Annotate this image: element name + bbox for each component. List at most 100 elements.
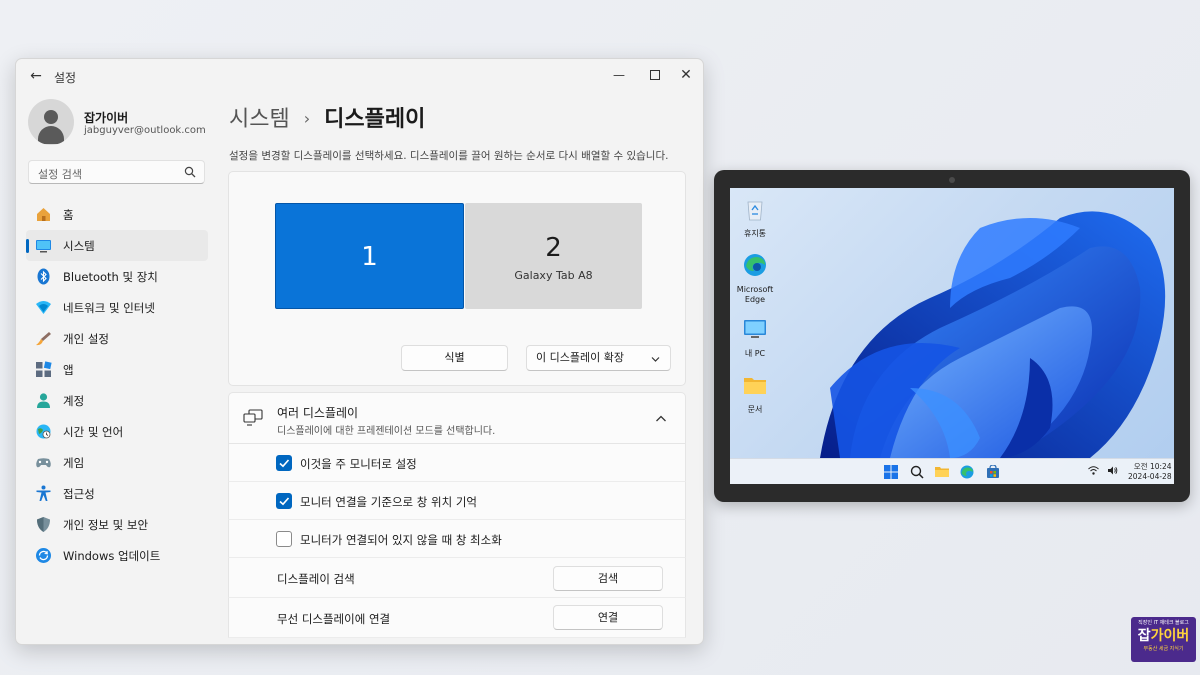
sidebar-item-bluetooth[interactable]: Bluetooth 및 장치 [26,261,208,292]
display-mode-select[interactable]: 이 디스플레이 확장 [526,345,671,371]
windows-start-icon[interactable] [884,465,898,479]
monitor-1-number: 1 [361,242,378,272]
search-icon[interactable] [910,465,924,479]
search-icon [184,166,196,178]
monitor-2-number: 2 [545,233,562,263]
edge-icon[interactable] [960,465,974,479]
apps-icon [36,361,52,377]
option-label: 모니터 연결을 기준으로 창 위치 기억 [300,495,477,509]
sidebar-item-gaming[interactable]: 게임 [26,447,208,478]
monitor-2-name: Galaxy Tab A8 [514,269,593,282]
display-mode-value: 이 디스플레이 확장 [536,351,624,364]
breadcrumb-separator: › [303,109,311,128]
chevron-down-icon [651,357,660,362]
gamepad-icon [36,458,51,468]
page-description: 설정을 변경할 디스플레이를 선택하세요. 디스플레이를 끌어 원하는 순서로 … [229,150,669,162]
back-arrow-icon[interactable]: ← [26,67,46,85]
folder-icon [744,378,766,394]
close-icon[interactable]: ✕ [673,64,699,86]
checkbox-remember-window[interactable] [276,493,292,509]
watermark-top-text: 직장인 IT 재테크 블로그 [1138,620,1189,626]
multiple-displays-title: 여러 디스플레이 [277,406,359,420]
option-row-minimize-windows[interactable]: 모니터가 연결되어 있지 않을 때 창 최소화 [228,520,686,558]
identify-button[interactable]: 식별 [401,345,508,371]
user-name: 잡가이버 [84,111,129,125]
bluetooth-icon [37,268,50,285]
multiple-displays-icon [243,409,263,426]
search-input[interactable]: 설정 검색 [28,160,205,184]
avatar [28,99,74,145]
camera-icon [949,177,955,183]
window-title: 설정 [54,71,77,85]
minimize-icon[interactable]: — [606,64,632,86]
taskbar: 오전 10:24 2024-04-28 [730,458,1174,484]
multiple-displays-header[interactable]: 여러 디스플레이 디스플레이에 대한 프레젠테이션 모드를 선택합니다. [228,392,686,444]
monitor-1-tile[interactable]: 1 [275,203,464,309]
brush-icon [36,332,51,346]
search-placeholder: 설정 검색 [38,168,82,181]
sidebar-item-windows-update[interactable]: Windows 업데이트 [26,540,208,571]
checkmark-icon [279,497,290,506]
detect-button[interactable]: 검색 [553,566,663,591]
checkbox-minimize-windows[interactable] [276,531,292,547]
shield-icon [37,517,50,532]
sidebar-item-home[interactable]: 홈 [26,199,208,230]
desktop-icon-documents[interactable]: 문서 [730,372,780,415]
this-pc-icon [744,320,766,338]
option-label: 이것을 주 모니터로 설정 [300,457,417,471]
desktop-icon-label: 휴지통 [743,229,767,238]
user-email: jabguyver@outlook.com [84,125,206,136]
detect-display-row: 디스플레이 검색 검색 [228,558,686,598]
desktop-icon-edge[interactable]: Microsoft Edge [730,252,780,305]
home-icon [37,208,50,221]
user-profile[interactable]: 잡가이버 jabguyver@outlook.com [28,99,218,149]
maximize-icon[interactable] [642,64,668,86]
clock-date: 2024-04-28 [1128,472,1172,481]
store-icon[interactable] [986,465,1000,479]
multiple-displays-subtitle: 디스플레이에 대한 프레젠테이션 모드를 선택합니다. [277,426,496,437]
title-bar: ← 설정 — ✕ [16,59,703,93]
connect-button[interactable]: 연결 [553,605,663,630]
desktop-icon-recycle-bin[interactable]: 휴지통 [730,196,780,239]
breadcrumb: 시스템 › 디스플레이 [229,101,425,133]
option-row-main-monitor[interactable]: 이것을 주 모니터로 설정 [228,444,686,482]
sidebar-item-system[interactable]: 시스템 [26,230,208,261]
globe-clock-icon [36,424,51,439]
accessibility-icon [36,485,51,501]
volume-icon[interactable] [1107,465,1118,476]
sidebar-item-time-language[interactable]: 시간 및 언어 [26,416,208,447]
checkmark-icon [279,459,290,468]
breadcrumb-parent[interactable]: 시스템 [229,107,290,132]
desktop-icon-label: Microsoft Edge [736,285,774,304]
sidebar-item-privacy[interactable]: 개인 정보 및 보안 [26,509,208,540]
desktop-icon-label: 내 PC [744,349,766,358]
option-label: 모니터가 연결되어 있지 않을 때 창 최소화 [300,533,502,547]
tablet-screen: 휴지통 Microsoft Edge 내 PC 문서 오전 10:24 2024… [730,188,1174,484]
detect-display-label: 디스플레이 검색 [277,572,355,586]
sidebar-item-accounts[interactable]: 계정 [26,385,208,416]
edge-icon [744,254,766,276]
network-icon [36,301,51,314]
galaxy-tablet-device: 휴지통 Microsoft Edge 내 PC 문서 오전 10:24 2024… [714,170,1190,502]
system-icon [36,240,51,253]
monitor-2-tile[interactable]: 2 Galaxy Tab A8 [465,203,642,309]
wifi-icon[interactable] [1088,465,1099,476]
file-explorer-icon[interactable] [935,465,949,479]
sidebar-item-network[interactable]: 네트워크 및 인터넷 [26,292,208,323]
blog-watermark-logo: 직장인 IT 재테크 블로그 잡가이버 부동산 세금 지식기 [1131,617,1196,662]
taskbar-clock[interactable]: 오전 10:24 2024-04-28 [1128,462,1172,482]
sidebar-item-personalization[interactable]: 개인 설정 [26,323,208,354]
windows-bloom-wallpaper [820,211,1166,458]
checkbox-main-monitor[interactable] [276,455,292,471]
wireless-display-row: 무선 디스플레이에 연결 연결 [228,598,686,638]
sidebar-item-apps[interactable]: 앱 [26,354,208,385]
sidebar-nav: 홈 시스템 Bluetooth 및 장치 네트워크 및 인터넷 개인 설정 앱 … [26,199,208,571]
settings-window: ← 설정 — ✕ 잡가이버 jabguyver@outlook.com 설정 검… [15,58,704,645]
chevron-up-icon[interactable] [655,413,667,425]
option-row-remember-window[interactable]: 모니터 연결을 기준으로 창 위치 기억 [228,482,686,520]
page-title: 디스플레이 [324,107,426,132]
wireless-display-label: 무선 디스플레이에 연결 [277,612,391,626]
sidebar-item-accessibility[interactable]: 접근성 [26,478,208,509]
desktop-icon-this-pc[interactable]: 내 PC [730,316,780,359]
watermark-main-text: 잡가이버 [1137,628,1190,644]
